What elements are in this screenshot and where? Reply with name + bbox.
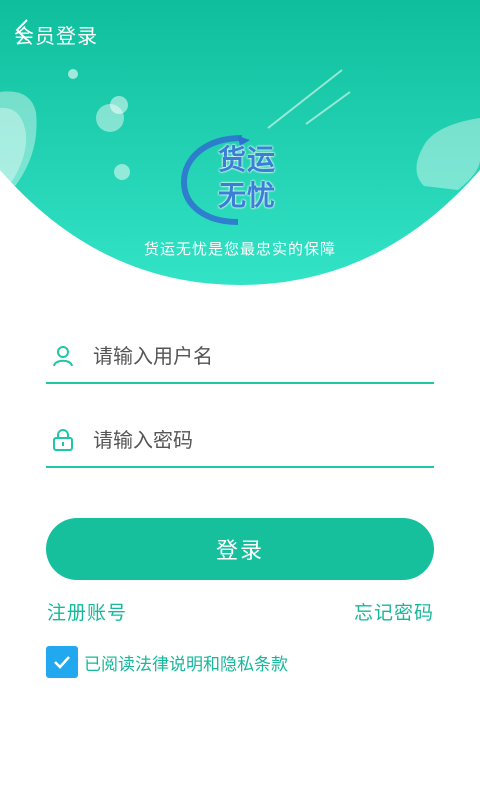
checkmark-icon — [54, 656, 70, 669]
register-link[interactable]: 注册账号 — [47, 598, 127, 625]
app-logo: 货运 无忧 — [180, 130, 300, 230]
password-field[interactable] — [46, 414, 434, 468]
hero-banner: 会员登录 货运 无忧 货运无忧是您最忠实的保障 — [0, 0, 480, 290]
login-button[interactable]: 登录 — [46, 518, 434, 580]
username-input[interactable] — [93, 336, 434, 376]
password-input[interactable] — [93, 420, 434, 460]
agreement-checkbox[interactable] — [46, 646, 78, 678]
slogan-text: 货运无忧是您最忠实的保障 — [143, 240, 336, 258]
chevron-left-icon — [15, 19, 28, 41]
user-icon — [53, 346, 73, 367]
forgot-password-link[interactable]: 忘记密码 — [354, 598, 434, 625]
agreement-label[interactable]: 已阅读法律说明和隐私条款 — [84, 650, 288, 675]
back-button[interactable]: 会员登录 — [14, 18, 98, 50]
agreement-row: 已阅读法律说明和隐私条款 — [46, 646, 288, 678]
logo-text-line2: 无忧 — [218, 179, 277, 212]
username-field[interactable] — [46, 330, 434, 384]
lock-icon — [53, 429, 73, 451]
logo-text-line1: 货运 — [218, 143, 277, 176]
